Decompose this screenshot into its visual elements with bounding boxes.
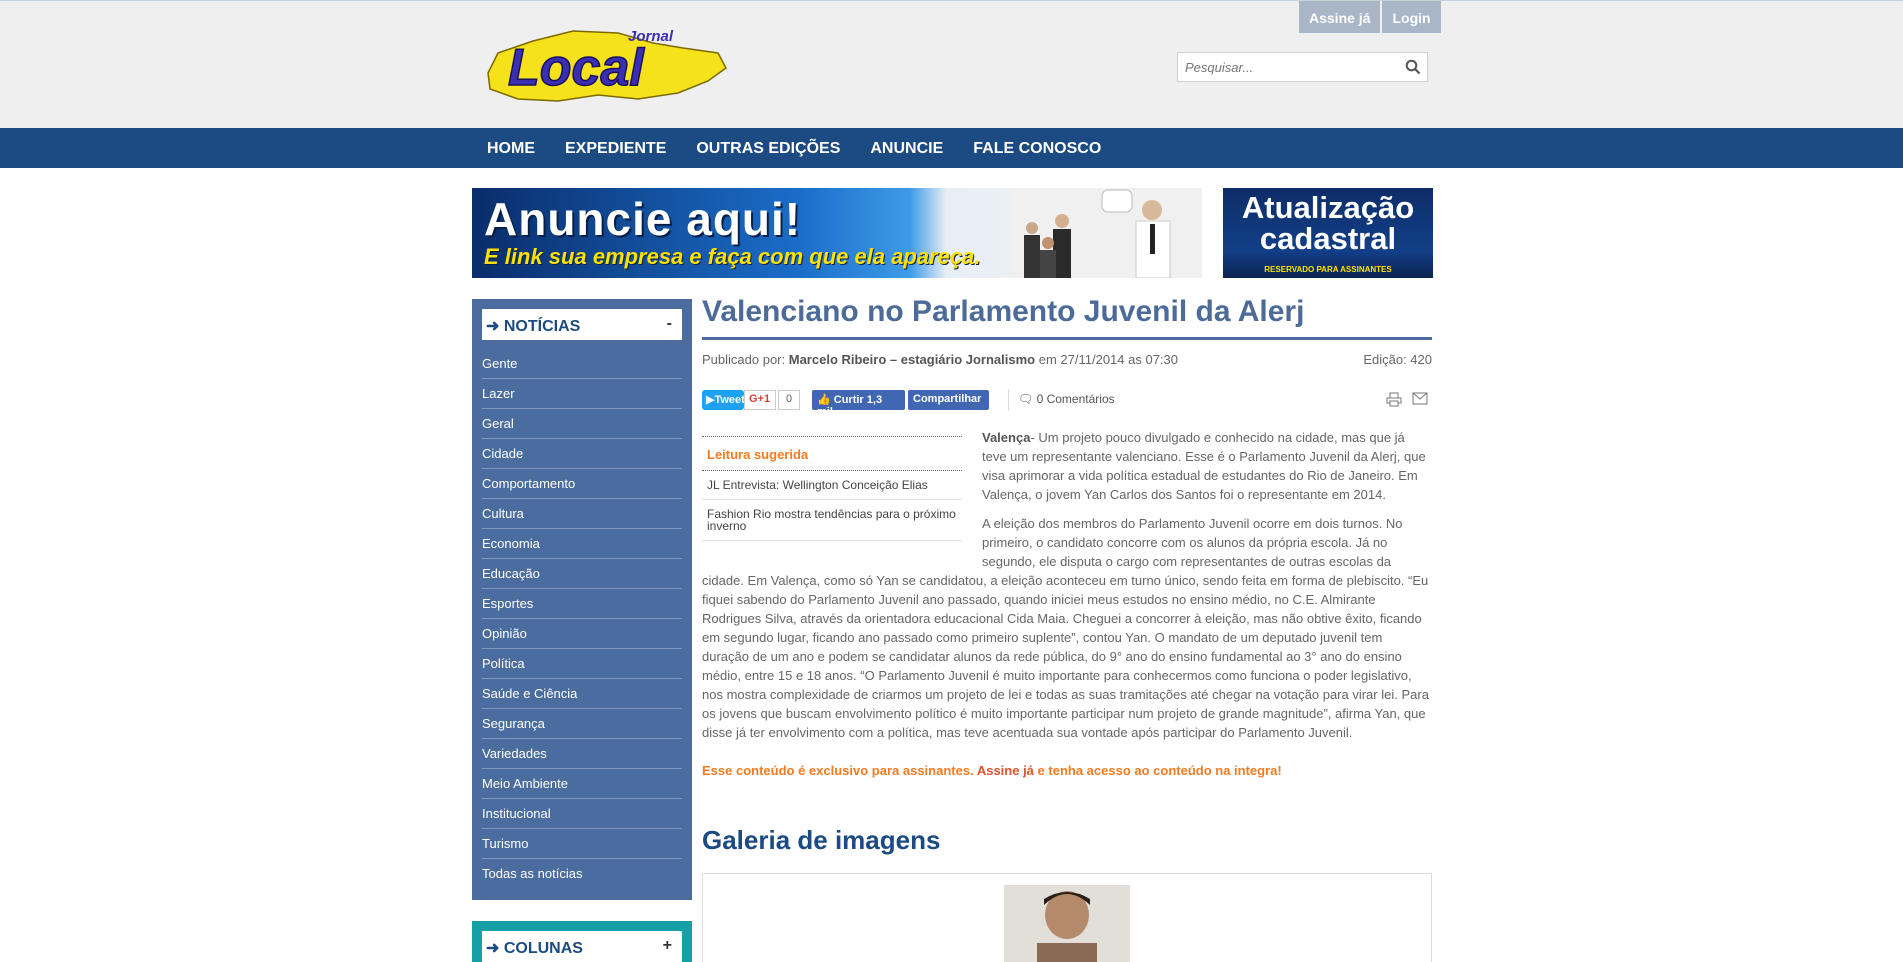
- noticias-list: Gente Lazer Geral Cidade Comportamento C…: [482, 349, 682, 889]
- logo-small-text: Jornal: [628, 28, 674, 45]
- email-icon[interactable]: [1412, 392, 1428, 412]
- speech-bubble-icon: 🗨: [1018, 392, 1034, 406]
- suggested-heading: Leitura sugerida: [702, 437, 962, 471]
- anuncie-banner-subtitle: E link sua empresa e faça com que ela ap…: [484, 244, 981, 269]
- sidebar-item-meio-ambiente[interactable]: Meio Ambiente: [482, 769, 682, 799]
- thumbs-up-icon: 👍: [817, 394, 831, 406]
- expand-toggle-icon[interactable]: +: [663, 937, 672, 955]
- colunas-title: ➜ COLUNAS: [486, 940, 583, 957]
- main-nav: HOME EXPEDIENTE OUTRAS EDIÇÕES ANUNCIE F…: [0, 128, 1903, 168]
- tweet-label: Tweet: [714, 394, 744, 406]
- article-meta: Publicado por: Marcelo Ribeiro – estagiá…: [702, 352, 1432, 367]
- sidebar-item-seguranca[interactable]: Segurança: [482, 709, 682, 739]
- atualizacao-banner-subtitle: RESERVADO PARA ASSINANTES: [1264, 265, 1392, 274]
- tweet-button[interactable]: ▶Tweet: [702, 390, 744, 410]
- exclusive-notice: Esse conteúdo é exclusivo para assinante…: [702, 763, 1432, 778]
- suggested-reading: Leitura sugerida JL Entrevista: Wellingt…: [702, 436, 962, 541]
- article-title: Valenciano no Parlamento Juvenil da Aler…: [702, 295, 1305, 328]
- sidebar-item-comportamento[interactable]: Comportamento: [482, 469, 682, 499]
- gplus-count: 0: [778, 390, 800, 410]
- gallery-title: Galeria de imagens: [702, 825, 941, 855]
- published-by-label: Publicado por:: [702, 352, 786, 367]
- author-name: Marcelo Ribeiro – estagiário Jornalismo: [788, 352, 1036, 367]
- logo-main-text: Local: [508, 39, 645, 97]
- colunas-header[interactable]: ➜ COLUNAS +: [482, 931, 682, 962]
- sidebar-item-esportes[interactable]: Esportes: [482, 589, 682, 619]
- nav-outras-edicoes[interactable]: OUTRAS EDIÇÕES: [681, 128, 855, 168]
- image-gallery: [702, 873, 1432, 962]
- nav-expediente[interactable]: EXPEDIENTE: [550, 128, 681, 168]
- article-tools: [1386, 392, 1428, 412]
- account-links: Assine já Login: [1299, 1, 1441, 33]
- login-link[interactable]: Login: [1382, 1, 1441, 33]
- paragraph-1-text: - Um projeto pouco divulgado e conhecido…: [982, 430, 1426, 502]
- subscribe-now-link[interactable]: Assine já: [977, 763, 1034, 778]
- noticias-sidebar: ➜ NOTÍCIAS - Gente Lazer Geral Cidade Co…: [472, 299, 692, 900]
- sidebar-item-economia[interactable]: Economia: [482, 529, 682, 559]
- publish-date: em 27/11/2014 as 07:30: [1038, 352, 1178, 367]
- sidebar-item-turismo[interactable]: Turismo: [482, 829, 682, 859]
- sidebar-item-politica[interactable]: Política: [482, 649, 682, 679]
- sidebar-item-educacao[interactable]: Educação: [482, 559, 682, 589]
- facebook-like-button[interactable]: 👍 Curtir 1,3 mil: [812, 390, 905, 418]
- anuncie-banner-title: Anuncie aqui!: [484, 193, 802, 245]
- comments-count: 0 Comentários: [1036, 392, 1115, 406]
- suggested-item[interactable]: JL Entrevista: Wellington Conceição Elia…: [702, 471, 962, 500]
- sidebar-item-lazer[interactable]: Lazer: [482, 379, 682, 409]
- search-icon[interactable]: [1405, 59, 1421, 75]
- sidebar-item-institucional[interactable]: Institucional: [482, 799, 682, 829]
- sidebar-item-cultura[interactable]: Cultura: [482, 499, 682, 529]
- site-header: Local Jornal Assine já Login: [0, 0, 1903, 128]
- nav-home[interactable]: HOME: [472, 128, 550, 168]
- search-input[interactable]: [1178, 53, 1393, 81]
- anuncie-banner[interactable]: Anuncie aqui! E link sua empresa e faça …: [472, 188, 1202, 278]
- search-box: [1177, 52, 1428, 82]
- facebook-share-button[interactable]: Compartilhar: [908, 390, 989, 410]
- exclusive-text-b: e tenha acesso ao conteúdo na integra!: [1037, 763, 1282, 778]
- site-logo[interactable]: Local Jornal: [478, 23, 728, 105]
- collapse-toggle-icon[interactable]: -: [667, 315, 672, 333]
- print-icon[interactable]: [1386, 392, 1402, 412]
- sidebar-item-saude-e-ciencia[interactable]: Saúde e Ciência: [482, 679, 682, 709]
- atualizacao-banner-title: Atualização cadastral: [1241, 190, 1415, 256]
- social-bar: ▶Tweet G+1 0 👍 Curtir 1,3 mil Compartilh…: [702, 389, 1432, 418]
- suggested-item[interactable]: Fashion Rio mostra tendências para o pró…: [702, 500, 962, 541]
- sidebar-item-todas-as-noticias[interactable]: Todas as notícias: [482, 859, 682, 889]
- colunas-sidebar: ➜ COLUNAS +: [472, 921, 692, 962]
- exclusive-text-a: Esse conteúdo é exclusivo para assinante…: [702, 763, 974, 778]
- sidebar-item-gente[interactable]: Gente: [482, 349, 682, 379]
- sidebar-item-variedades[interactable]: Variedades: [482, 739, 682, 769]
- subscribe-link[interactable]: Assine já: [1299, 1, 1381, 33]
- title-divider: [702, 337, 1432, 340]
- gallery-thumbnail[interactable]: [1004, 885, 1130, 962]
- sidebar-item-opiniao[interactable]: Opinião: [482, 619, 682, 649]
- noticias-header[interactable]: ➜ NOTÍCIAS -: [482, 309, 682, 340]
- business-people-image: [1012, 188, 1202, 278]
- sidebar-item-cidade[interactable]: Cidade: [482, 439, 682, 469]
- comments-link[interactable]: 🗨 0 Comentários: [1018, 392, 1115, 406]
- edition-number: Edição: 420: [1363, 352, 1432, 367]
- atualizacao-banner[interactable]: Atualização cadastral RESERVADO PARA ASS…: [1223, 188, 1433, 278]
- sidebar-item-geral[interactable]: Geral: [482, 409, 682, 439]
- lead-location: Valença: [982, 430, 1031, 445]
- nav-anuncie[interactable]: ANUNCIE: [855, 128, 958, 168]
- noticias-title: ➜ NOTÍCIAS: [486, 318, 581, 335]
- nav-fale-conosco[interactable]: FALE CONOSCO: [958, 128, 1116, 168]
- gplus-button[interactable]: G+1: [744, 390, 776, 410]
- social-divider: [1008, 389, 1009, 411]
